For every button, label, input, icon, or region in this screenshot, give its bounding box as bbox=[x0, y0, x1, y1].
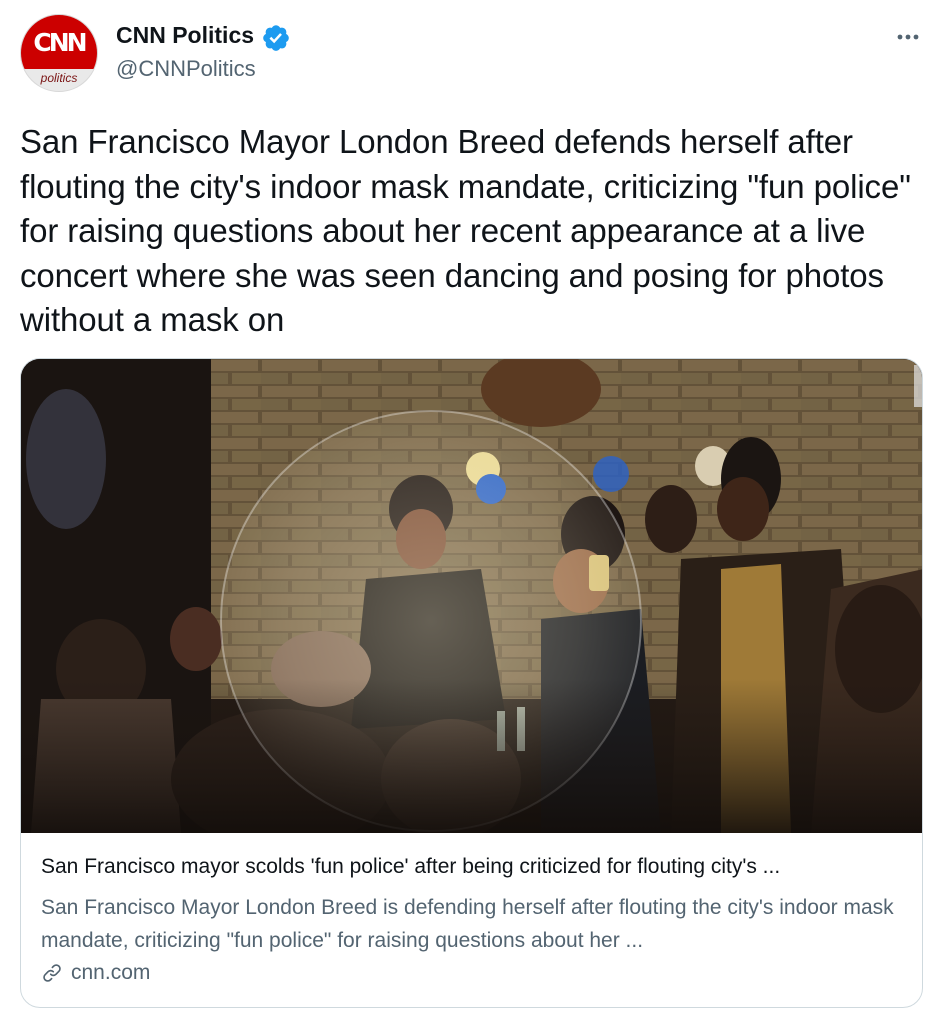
link-card[interactable]: San Francisco mayor scolds 'fun police' … bbox=[20, 358, 923, 1008]
avatar-logo-text: CNN bbox=[33, 28, 87, 57]
card-domain[interactable]: cnn.com bbox=[41, 959, 150, 987]
avatar[interactable]: CNN politics bbox=[20, 14, 98, 92]
avatar-sub-text: politics bbox=[40, 71, 78, 85]
card-description: San Francisco Mayor London Breed is defe… bbox=[41, 896, 894, 952]
more-options-icon[interactable] bbox=[893, 22, 923, 52]
card-image[interactable] bbox=[21, 359, 922, 833]
verified-badge-icon bbox=[263, 25, 289, 51]
tweet[interactable]: CNN politics CNN Politics @CNNPolitics S… bbox=[0, 0, 940, 1026]
tweet-text: San Francisco Mayor London Breed defends… bbox=[20, 123, 911, 338]
card-title[interactable]: San Francisco mayor scolds 'fun police' … bbox=[41, 855, 911, 879]
link-icon bbox=[43, 964, 61, 982]
display-name[interactable]: CNN Politics bbox=[116, 22, 254, 49]
card-domain-text: cnn.com bbox=[71, 961, 151, 984]
user-handle[interactable]: @CNNPolitics bbox=[116, 56, 256, 82]
